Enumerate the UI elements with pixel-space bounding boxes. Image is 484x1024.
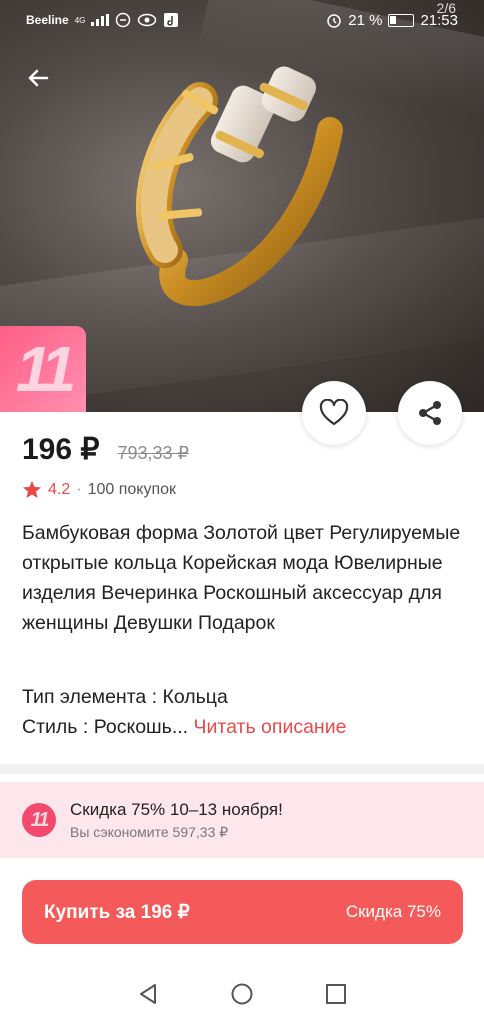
sale-title: Скидка 75% 10–13 ноября! — [70, 799, 283, 819]
nav-home-icon[interactable] — [230, 982, 254, 1006]
buy-button-discount: Скидка 75% — [345, 902, 441, 921]
eye-icon — [138, 13, 157, 27]
battery-icon — [388, 13, 415, 27]
carrier-name: Beeline — [26, 13, 69, 27]
promo-badge: 11 — [0, 326, 86, 412]
buy-button[interactable]: Купить за 196 ₽ Скидка 75% — [22, 880, 463, 944]
current-price: 196 ₽ — [22, 433, 100, 466]
sale-text: Скидка 75% 10–13 ноября! Вы сэкономите 5… — [70, 800, 283, 841]
signal-icon — [91, 14, 110, 26]
alarm-icon — [327, 14, 341, 28]
arrow-left-icon — [28, 69, 49, 87]
share-button[interactable] — [398, 381, 462, 445]
sale-savings: Вы сэкономите 597,33 ₽ — [70, 823, 229, 840]
network-type: 4G — [74, 15, 86, 25]
share-icon — [419, 401, 441, 425]
rating-row[interactable]: 4.2 · 100 покупок — [22, 480, 176, 499]
nav-recents-icon[interactable] — [324, 982, 348, 1006]
favorite-button[interactable] — [302, 381, 366, 445]
old-price: 793,33 ₽ — [117, 443, 189, 463]
spec-style-row: Стиль : Роскошь... Читать описание — [22, 716, 346, 739]
buy-button-label: Купить за 196 ₽ — [44, 901, 190, 923]
spec-type: Тип элемента : Кольца — [22, 686, 228, 708]
spec-style: Стиль : Роскошь... — [22, 716, 189, 738]
battery-percent: 21 % — [348, 11, 383, 29]
promo-badge-text: 11 — [15, 333, 76, 405]
data-saver-icon — [116, 12, 131, 28]
music-app-icon — [164, 13, 179, 27]
product-image[interactable]: Beeline 4G 21 % 21:53 2/6 11 — [0, 0, 484, 412]
sales-count: 100 покупок — [87, 480, 177, 498]
section-divider — [0, 764, 484, 774]
price-row: 196 ₽ 793,33 ₽ — [22, 432, 189, 467]
nav-back-icon[interactable] — [136, 982, 160, 1006]
separator-dot: · — [76, 480, 82, 498]
image-counter: 2/6 — [436, 0, 456, 16]
sale-logo-text: 11 — [30, 808, 50, 831]
read-description-link[interactable]: Читать описание — [194, 716, 347, 738]
status-bar: Beeline 4G 21 % 21:53 — [0, 0, 484, 40]
sale-banner[interactable]: 11 Скидка 75% 10–13 ноября! Вы сэкономит… — [0, 782, 484, 858]
sale-logo-icon: 11 — [22, 803, 56, 837]
star-icon — [23, 481, 41, 498]
back-button[interactable] — [22, 62, 54, 94]
rating-value: 4.2 — [48, 480, 71, 498]
product-title: Бамбуковая форма Золотой цвет Регулируем… — [22, 522, 461, 634]
system-nav-bar — [0, 964, 484, 1024]
heart-icon — [319, 399, 349, 426]
